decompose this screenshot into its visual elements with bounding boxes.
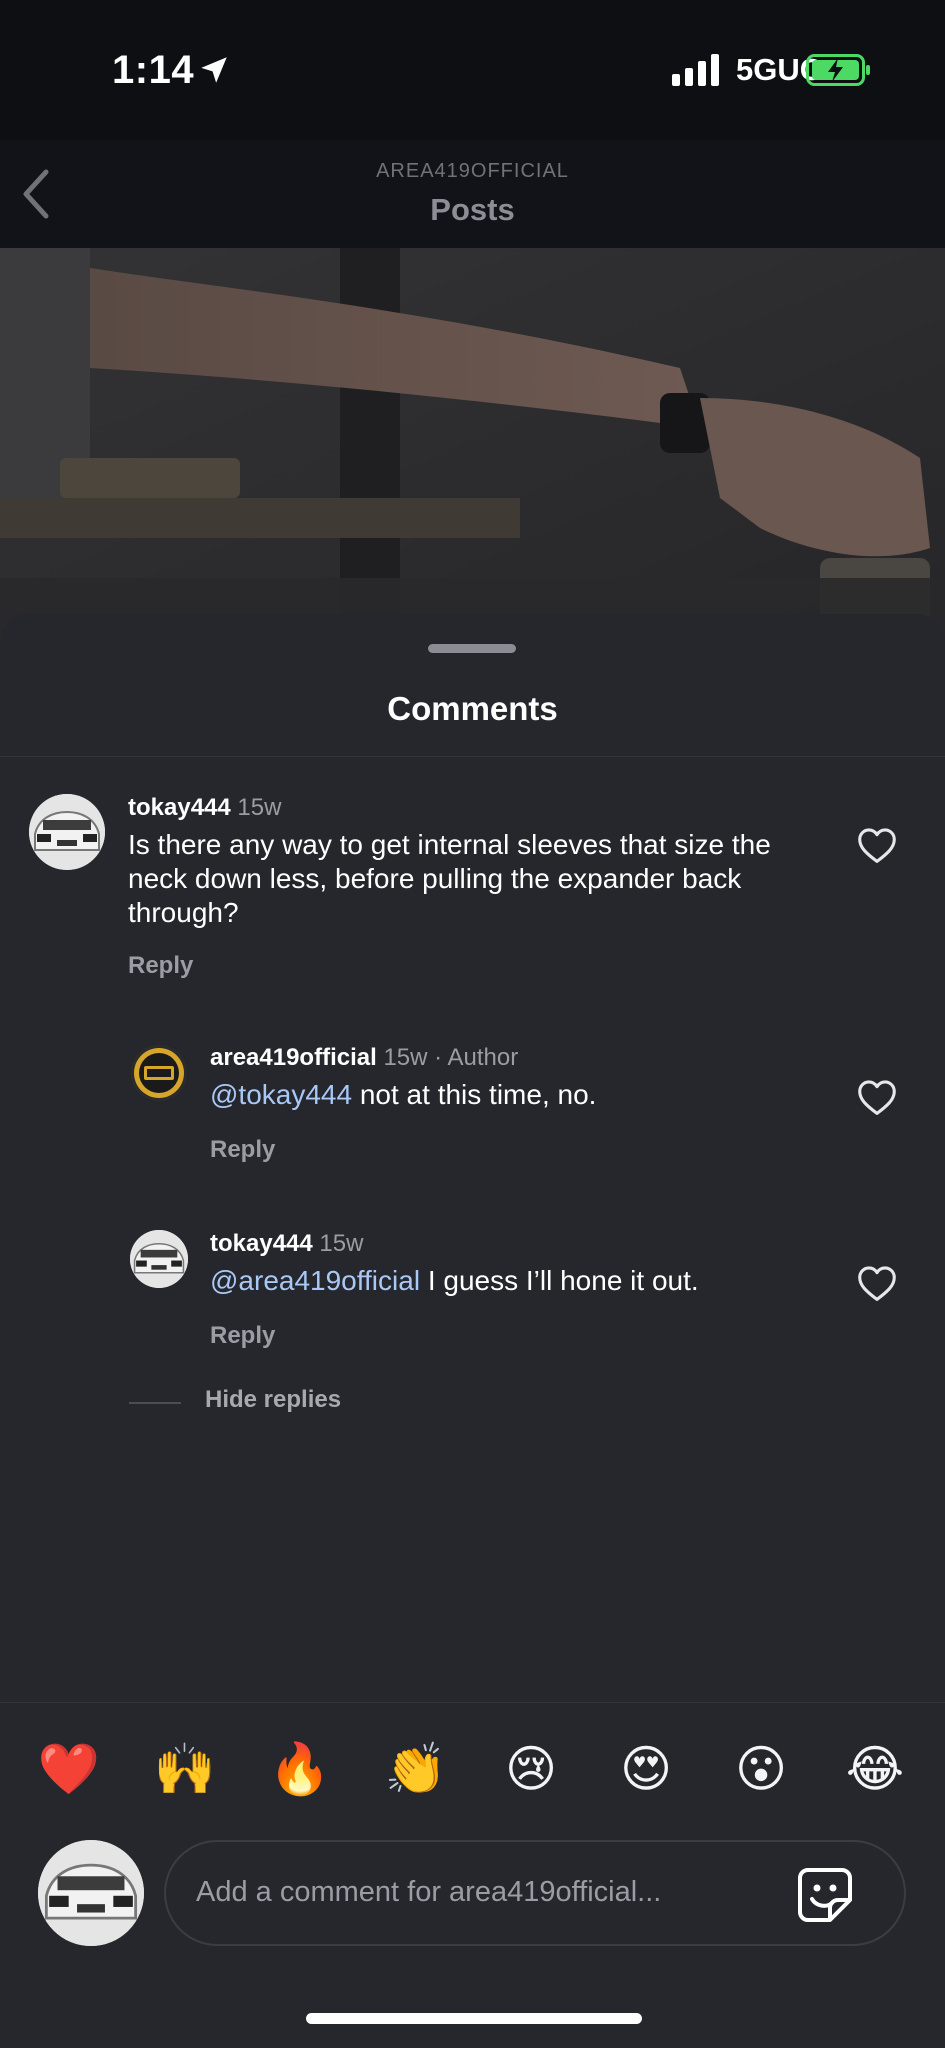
reply-text: @tokay444 not at this time, no. bbox=[210, 1078, 810, 1112]
reply-user[interactable]: area419official 15w · Author bbox=[210, 1044, 518, 1072]
avatar[interactable] bbox=[130, 1230, 188, 1288]
status-bar: 1:14 5GUC bbox=[0, 0, 945, 140]
emoji-raising-hands[interactable]: 🙌 bbox=[150, 1734, 220, 1804]
comments-sheet: Comments tokay444 15w Is there any way t… bbox=[0, 614, 945, 2048]
hide-replies-line bbox=[129, 1402, 181, 1404]
signal-icon bbox=[672, 54, 719, 86]
reply-username[interactable]: tokay444 bbox=[210, 1230, 313, 1257]
current-user-avatar[interactable] bbox=[38, 1840, 144, 1946]
emoji-clapping[interactable]: 👏 bbox=[381, 1734, 451, 1804]
comment-input[interactable]: Add a comment for area419official... bbox=[164, 1840, 906, 1946]
divider bbox=[0, 1702, 945, 1703]
page-title: Posts bbox=[430, 192, 515, 227]
comment-user[interactable]: tokay444 15w bbox=[128, 794, 281, 822]
sheet-grabber[interactable] bbox=[428, 644, 516, 653]
reply-body: not at this time, no. bbox=[352, 1079, 597, 1110]
emoji-heart-eyes[interactable]: 😍 bbox=[611, 1734, 681, 1804]
author-badge: · Author bbox=[434, 1044, 519, 1071]
emoji-surprised[interactable]: 😮 bbox=[726, 1734, 796, 1804]
heart-outline-icon[interactable] bbox=[856, 826, 898, 864]
avatar[interactable] bbox=[29, 794, 105, 870]
reply-time: 15w bbox=[319, 1230, 364, 1257]
comment-input-placeholder: Add a comment for area419official... bbox=[196, 1876, 662, 1908]
header-account: AREA419OFFICIAL bbox=[376, 160, 569, 182]
emoji-reaction-bar: ❤️ 🙌 🔥 👏 😢 😍 😮 😂 bbox=[0, 1734, 945, 1824]
reply-username[interactable]: area419official bbox=[210, 1044, 377, 1071]
reply-time: 15w bbox=[383, 1044, 428, 1071]
battery-charging-icon bbox=[806, 54, 870, 86]
sticker-icon[interactable] bbox=[796, 1866, 854, 1924]
reply-button[interactable]: Reply bbox=[128, 952, 193, 980]
mention-link[interactable]: @area419official bbox=[210, 1265, 420, 1296]
emoji-laughing[interactable]: 😂 bbox=[840, 1734, 910, 1804]
location-arrow-icon bbox=[201, 57, 227, 83]
status-time: 1:14 bbox=[112, 48, 195, 92]
comment-text: Is there any way to get internal sleeves… bbox=[128, 829, 771, 928]
header: AREA419OFFICIAL Posts bbox=[0, 140, 945, 248]
emoji-crying[interactable]: 😢 bbox=[496, 1734, 566, 1804]
emoji-heart[interactable]: ❤️ bbox=[34, 1734, 104, 1804]
mention-link[interactable]: @tokay444 bbox=[210, 1079, 352, 1110]
comment-username[interactable]: tokay444 bbox=[128, 794, 231, 821]
reply-user[interactable]: tokay444 15w bbox=[210, 1230, 363, 1258]
avatar[interactable] bbox=[130, 1044, 188, 1102]
emoji-fire[interactable]: 🔥 bbox=[265, 1734, 335, 1804]
heart-outline-icon[interactable] bbox=[856, 1078, 898, 1116]
reply-text: @area419official I guess I’ll hone it ou… bbox=[210, 1264, 810, 1298]
reply-button[interactable]: Reply bbox=[210, 1322, 275, 1350]
sheet-title: Comments bbox=[387, 690, 558, 727]
hide-replies-button[interactable]: Hide replies bbox=[205, 1386, 341, 1414]
post-image bbox=[0, 248, 945, 648]
home-indicator[interactable] bbox=[306, 2013, 642, 2024]
heart-outline-icon[interactable] bbox=[856, 1264, 898, 1302]
comment-time: 15w bbox=[237, 794, 282, 821]
reply-body: I guess I’ll hone it out. bbox=[420, 1265, 699, 1296]
reply-button[interactable]: Reply bbox=[210, 1136, 275, 1164]
divider bbox=[0, 756, 945, 757]
